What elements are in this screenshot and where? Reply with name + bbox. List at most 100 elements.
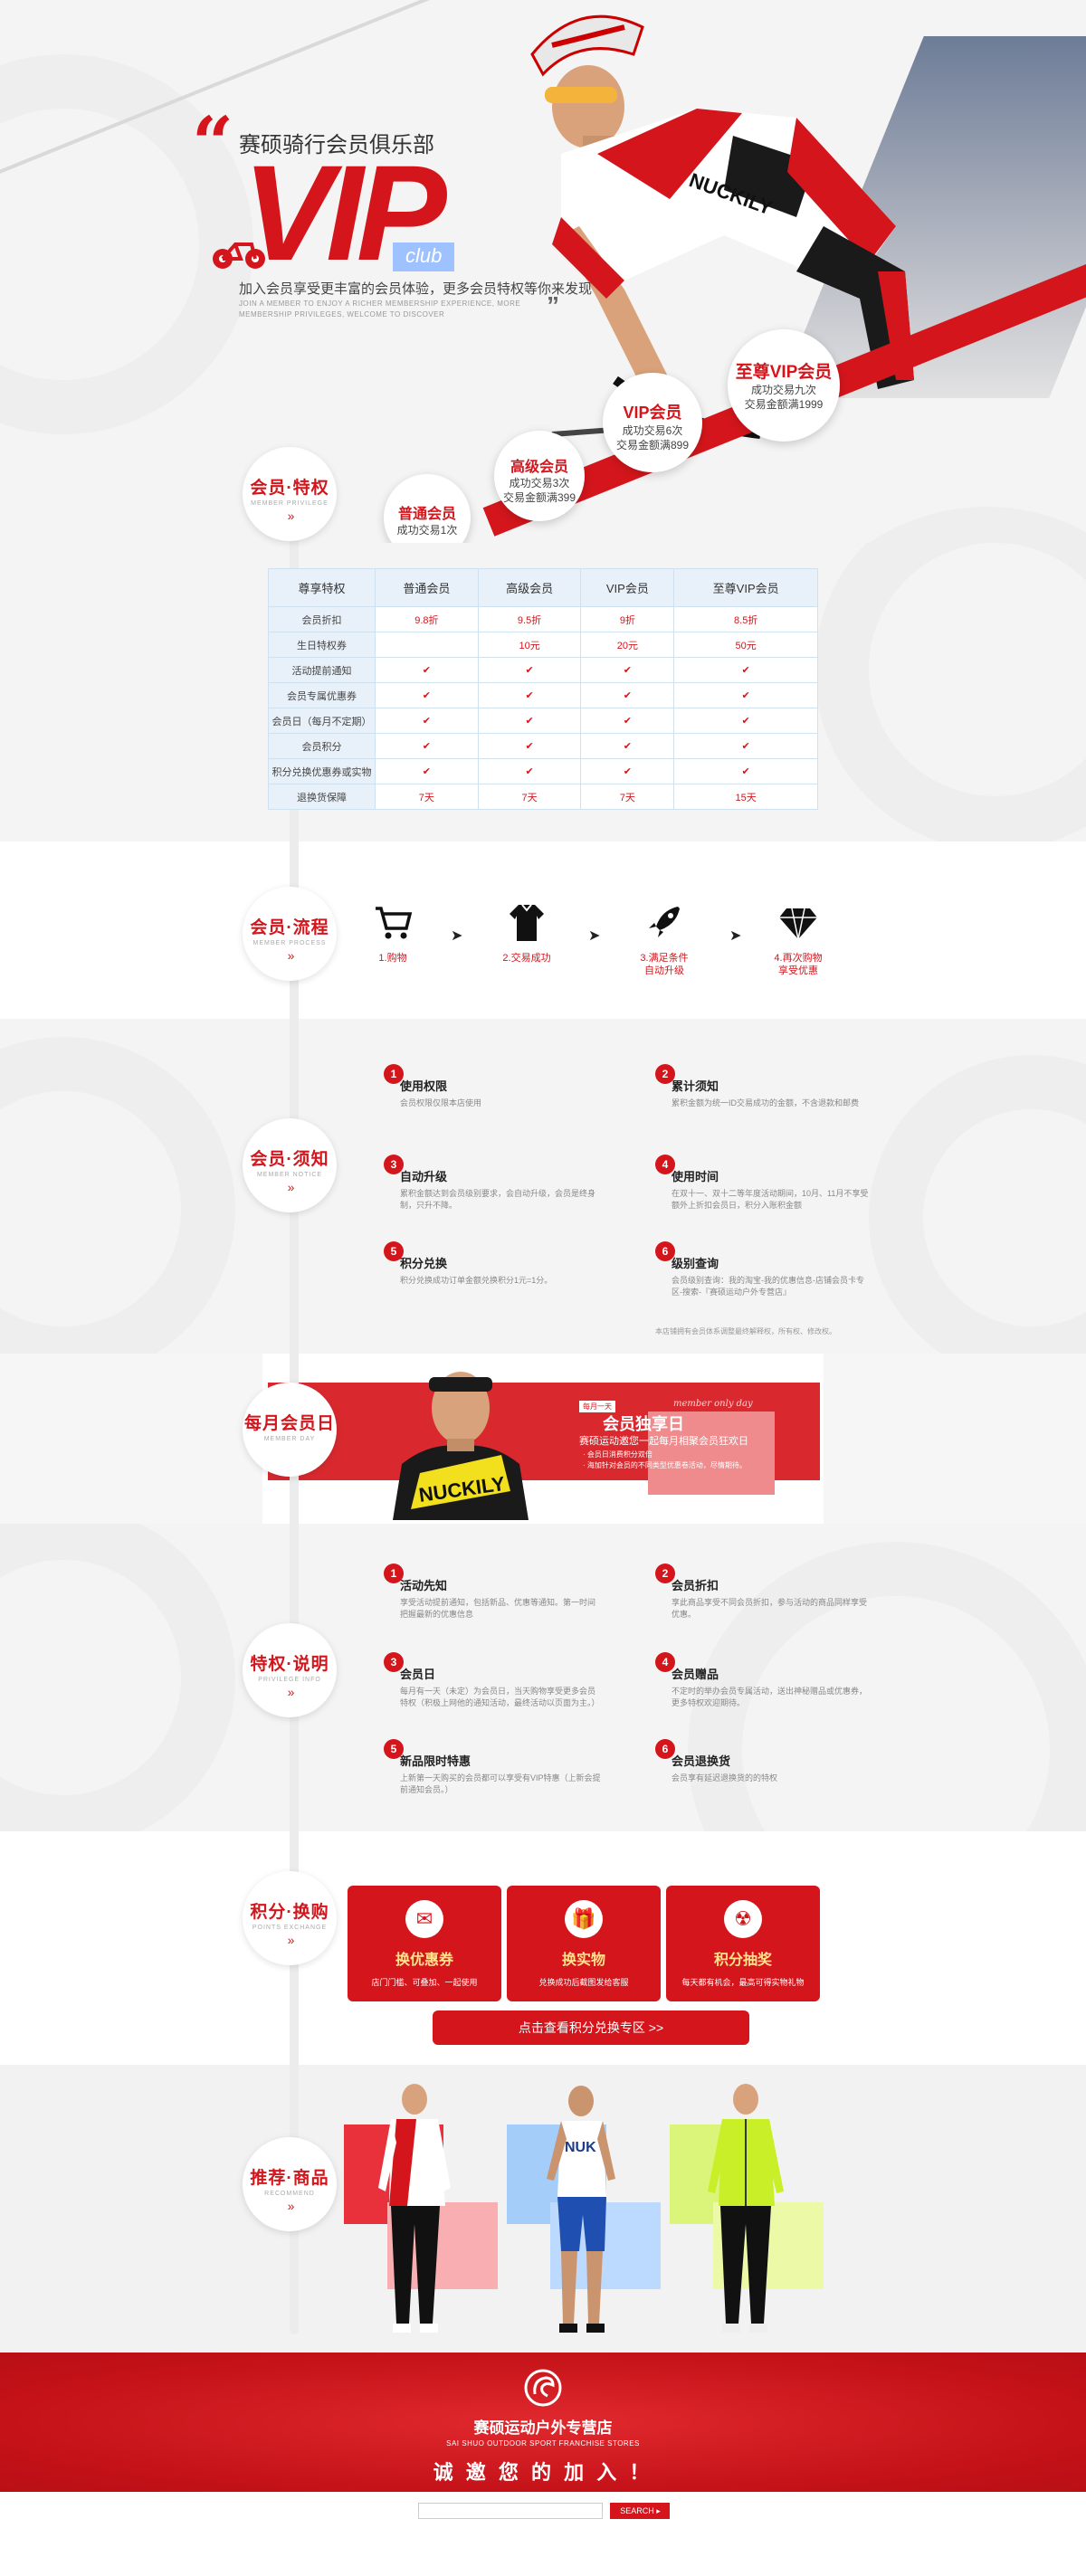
- tag-english: POINTS EXCHANGE: [252, 1925, 328, 1931]
- lottery-icon: ☢: [724, 1900, 762, 1938]
- privilege-item: 5 新品限时特惠 上新第一天购买的会员都可以享受有VIP特惠（上新会提前通知会员…: [384, 1739, 601, 1796]
- check-icon: ✔: [580, 682, 675, 708]
- level-badge-basic: 普通会员 成功交易1次: [384, 474, 471, 543]
- table-cell: 会员折扣: [268, 606, 376, 632]
- explain-section: 特权·说明 PRIVILEGE INFO » 1 活动先知 享受活动提前通知，包…: [0, 1524, 1086, 1831]
- envelope-icon: ✉: [405, 1900, 443, 1938]
- tag-text-a: 积分: [250, 1903, 287, 1922]
- level-name: 至尊VIP会员: [735, 363, 833, 382]
- level-desc: 交易金额满899: [615, 439, 690, 452]
- bicycle-icon: [213, 242, 265, 269]
- rocket-icon: [610, 901, 719, 943]
- table-row: 退换货保障 7天 7天 7天 15天: [268, 784, 818, 810]
- brand-logo-icon: [524, 2369, 562, 2407]
- check-icon: ✔: [477, 708, 582, 734]
- points-zone-button[interactable]: 点击查看积分兑换专区 >>: [433, 2010, 749, 2045]
- diamond-icon: [744, 901, 853, 943]
- notice-text: 累积金额达到会员级别要求，会自动升级，会员是终身制，只升不降。: [400, 1189, 596, 1210]
- member-day-bullet: · 会员日消费积分双倍: [583, 1450, 653, 1459]
- privilege-title: 活动先知: [400, 1579, 448, 1592]
- member-day-bullet: · 海加针对会员的不同类型优惠卷活动，尽情期待。: [583, 1461, 747, 1469]
- step-label: 自动升级: [644, 965, 684, 976]
- product-model-image: [708, 2084, 784, 2333]
- notice-text: 会员级别查询：我的淘宝-我的优惠信息-店铺会员卡专区-搜索-『赛硕运动户外专营店…: [672, 1276, 864, 1297]
- tag-text-b: 换购: [292, 1903, 329, 1922]
- level-desc: 成功交易1次: [396, 524, 458, 537]
- notice-text: 累积金额为统一ID交易成功的金额，不含退款和邮费: [672, 1098, 860, 1107]
- notice-text: 在双十一、双十二等年度活动期间，10月、11月不享受额外上折扣会员日，积分入账积…: [672, 1189, 869, 1210]
- notice-title: 累计须知: [672, 1079, 719, 1093]
- process-step-shopping: 1.购物: [338, 901, 447, 965]
- table-cell: 活动提前通知: [268, 657, 376, 683]
- level-desc: 成功交易6次: [622, 424, 683, 437]
- store-name: 赛硕运动户外专营店: [473, 2419, 613, 2437]
- table-cell: 会员积分: [268, 733, 376, 759]
- step-label: 1.购物: [378, 953, 407, 964]
- number-badge: 1: [384, 1064, 404, 1084]
- tag-text-a: 会员: [250, 918, 287, 937]
- check-icon: ✔: [673, 657, 818, 683]
- number-badge: 3: [384, 1652, 404, 1672]
- store-name-en: SAI SHUO OUTDOOR SPORT FRANCHISE STORES: [446, 2439, 640, 2448]
- card-title: 换优惠券: [395, 1953, 453, 1968]
- tag-english: MEMBER PROCESS: [252, 940, 327, 946]
- tag-text-b: 特权: [292, 479, 329, 498]
- table-cell: 退换货保障: [268, 784, 376, 810]
- table-header: 至尊VIP会员: [673, 568, 818, 607]
- privilege-title: 会员退换货: [672, 1754, 731, 1768]
- notice-item: 3 自动升级 累积金额达到会员级别要求，会自动升级，会员是终身制，只升不降。: [384, 1155, 601, 1212]
- check-icon: ✔: [375, 682, 479, 708]
- check-icon: ✔: [375, 758, 479, 784]
- privilege-item: 6 会员退换货 会员享有延迟退换货的的特权: [655, 1739, 872, 1784]
- step-label: 享受优惠: [778, 965, 818, 976]
- search-button[interactable]: SEARCH ▸: [610, 2503, 671, 2519]
- notice-item: 1 使用权限 会员权限仅限本店使用: [384, 1064, 601, 1109]
- number-badge: 2: [655, 1064, 675, 1084]
- arrow-right-icon: ➤: [588, 928, 601, 944]
- notice-footnote: 本店铺拥有会员体系调整最终解释权，所有权、修改权。: [655, 1327, 836, 1336]
- check-icon: ✔: [375, 733, 479, 759]
- search-input[interactable]: [418, 2503, 603, 2519]
- number-badge: 4: [655, 1652, 675, 1672]
- jersey-icon: [472, 901, 581, 943]
- member-day-model-image: NUCKILY: [393, 1372, 529, 1520]
- card-subtitle: 兑换成功后截图发给客服: [538, 1978, 629, 1987]
- notice-section: 会员·须知 MEMBER NOTICE » 1 使用权限 会员权限仅限本店使用 …: [0, 1019, 1086, 1354]
- double-chevron-icon: »: [287, 1933, 295, 1947]
- level-desc: 成功交易3次: [509, 477, 570, 490]
- table-cell: [375, 632, 479, 658]
- footer-banner: 赛硕运动户外专营店 SAI SHUO OUTDOOR SPORT FRANCHI…: [0, 2353, 1086, 2492]
- lottery-card[interactable]: ☢ 积分抽奖 每天都有机会，最高可得实物礼物: [666, 1886, 820, 2001]
- tag-text-b: 流程: [292, 918, 329, 937]
- privilege-title: 会员折扣: [672, 1579, 719, 1592]
- section-tag-points: 积分·换购 POINTS EXCHANGE »: [243, 1871, 337, 1965]
- product-card-nuk-set[interactable]: NUK: [507, 2079, 661, 2351]
- notice-item: 2 累计须知 累积金额为统一ID交易成功的金额，不含退款和邮费: [655, 1064, 872, 1109]
- level-badge-advanced: 高级会员 成功交易3次 交易金额满399: [494, 431, 585, 521]
- arrow-right-icon: ➤: [729, 928, 742, 944]
- double-chevron-icon: »: [287, 2199, 295, 2213]
- hero-club-badge: club: [393, 242, 455, 271]
- table-cell: 生日特权券: [268, 632, 376, 658]
- privilege-text: 上新第一天购买的会员都可以享受有VIP特惠（上新会提前通知会员。）: [400, 1773, 601, 1794]
- table-row: 积分兑换优惠券或实物 ✔ ✔ ✔ ✔: [268, 758, 818, 784]
- privilege-title: 新品限时特惠: [400, 1754, 472, 1768]
- search-bar: SEARCH ▸: [418, 2503, 671, 2519]
- card-subtitle: 店门门槛、可叠加、一起使用: [371, 1978, 478, 1987]
- check-icon: ✔: [580, 758, 675, 784]
- tag-english: PRIVILEGE INFO: [258, 1677, 321, 1683]
- privilege-item: 2 会员折扣 享此商品享受不同会员折扣，参与活动的商品同样享受优惠。: [655, 1564, 872, 1621]
- table-header: 普通会员: [375, 568, 479, 607]
- check-icon: ✔: [477, 758, 582, 784]
- level-name: 普通会员: [397, 507, 456, 522]
- table-cell: 9折: [580, 606, 675, 632]
- coupon-exchange-card[interactable]: ✉ 换优惠券 店门门槛、可叠加、一起使用: [348, 1886, 501, 2001]
- product-card-red-jersey[interactable]: [344, 2079, 498, 2351]
- notice-item: 5 积分兑换 积分兑换成功订单金额兑换积分1元=1分。: [384, 1241, 601, 1287]
- gift-exchange-card[interactable]: 🎁 换实物 兑换成功后截图发给客服: [507, 1886, 661, 2001]
- table-row: 会员积分 ✔ ✔ ✔ ✔: [268, 733, 818, 759]
- section-tag-process: 会员·流程 MEMBER PROCESS »: [243, 887, 337, 981]
- product-card-neon-jersey[interactable]: [670, 2079, 824, 2351]
- bg-swirl: [0, 1524, 235, 1831]
- table-cell: 7天: [580, 784, 675, 810]
